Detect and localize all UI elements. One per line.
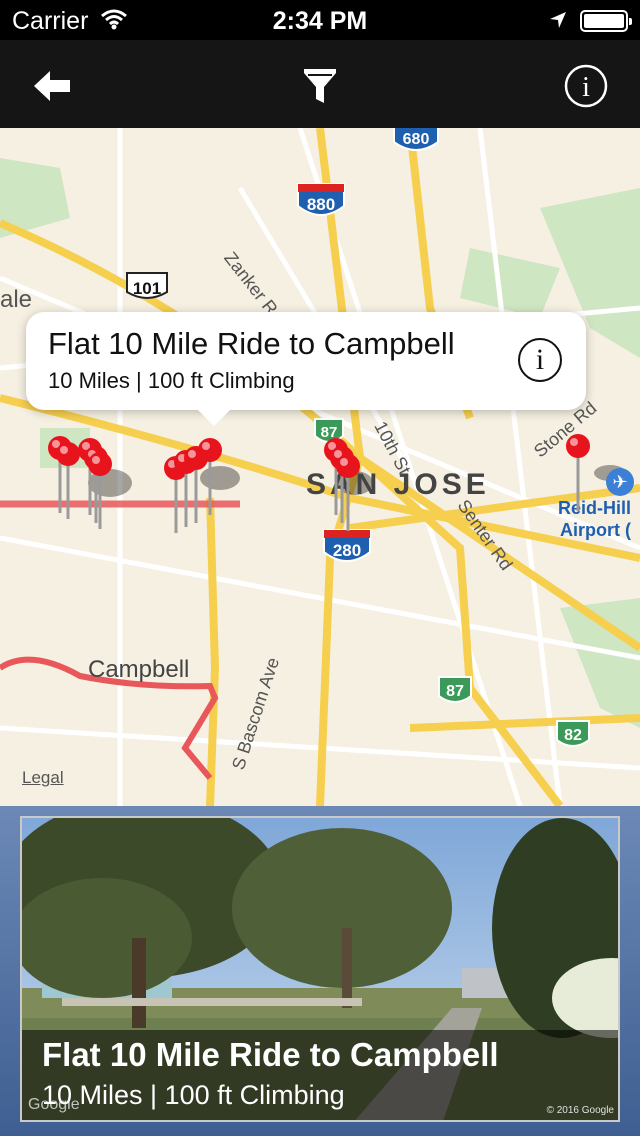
svg-text:82: 82 bbox=[564, 727, 582, 744]
filter-button[interactable] bbox=[292, 58, 348, 114]
interstate-280-shield: 280 bbox=[323, 529, 371, 562]
interstate-680-shield: 680 bbox=[393, 128, 439, 151]
airport-icon: ✈ bbox=[606, 468, 634, 496]
map-pin[interactable] bbox=[565, 433, 591, 513]
ride-card-panel: Flat 10 Mile Ride to Campbell 10 Miles |… bbox=[0, 806, 640, 1136]
callout-info-button[interactable]: i bbox=[518, 338, 562, 382]
card-title: Flat 10 Mile Ride to Campbell bbox=[42, 1036, 499, 1073]
map-pin[interactable] bbox=[87, 451, 113, 531]
navigation-bar: i bbox=[0, 40, 640, 128]
clock: 2:34 PM bbox=[272, 7, 368, 35]
status-bar: Carrier 2:34 PM bbox=[0, 0, 640, 40]
google-watermark: Google bbox=[28, 1096, 80, 1113]
ca-82-shield: 82 bbox=[556, 720, 590, 747]
info-icon: i bbox=[564, 64, 608, 108]
svg-text:i: i bbox=[582, 72, 590, 103]
back-arrow-icon bbox=[34, 71, 70, 101]
legal-link[interactable]: Legal bbox=[22, 768, 64, 788]
ride-card[interactable]: Flat 10 Mile Ride to Campbell 10 Miles |… bbox=[20, 816, 620, 1122]
svg-text:87: 87 bbox=[446, 683, 464, 700]
info-button[interactable]: i bbox=[558, 58, 614, 114]
map-label-campbell: Campbell bbox=[88, 656, 190, 683]
svg-text:280: 280 bbox=[333, 541, 361, 560]
map-pin[interactable] bbox=[335, 453, 361, 533]
svg-text:680: 680 bbox=[403, 131, 430, 148]
card-caption: Flat 10 Mile Ride to Campbell 10 Miles |… bbox=[22, 1030, 618, 1120]
ca-87-shield-south: 87 bbox=[438, 676, 472, 703]
callout-subtitle: 10 Miles | 100 ft Climbing bbox=[48, 368, 295, 393]
battery-icon bbox=[580, 10, 632, 32]
map-label-airport-2: Airport ( bbox=[560, 520, 631, 540]
copyright-text: © 2016 Google bbox=[546, 1105, 614, 1116]
map-view[interactable]: 680 880 101 87 280 87 82 ale Zanker Rd S… bbox=[0, 128, 640, 806]
us-101-shield: 101 bbox=[126, 272, 168, 299]
callout-title: Flat 10 Mile Ride to Campbell bbox=[48, 326, 455, 361]
back-button[interactable] bbox=[24, 58, 80, 114]
location-arrow-icon bbox=[548, 8, 568, 37]
card-subtitle: 10 Miles | 100 ft Climbing bbox=[42, 1080, 345, 1110]
svg-text:880: 880 bbox=[307, 195, 335, 214]
map-pin[interactable] bbox=[197, 437, 223, 517]
svg-text:101: 101 bbox=[133, 279, 161, 298]
interstate-880-shield: 880 bbox=[297, 183, 345, 216]
filter-icon bbox=[304, 69, 336, 103]
map-label-fragment: ale bbox=[0, 286, 33, 313]
map-callout[interactable]: Flat 10 Mile Ride to Campbell 10 Miles |… bbox=[26, 312, 586, 426]
